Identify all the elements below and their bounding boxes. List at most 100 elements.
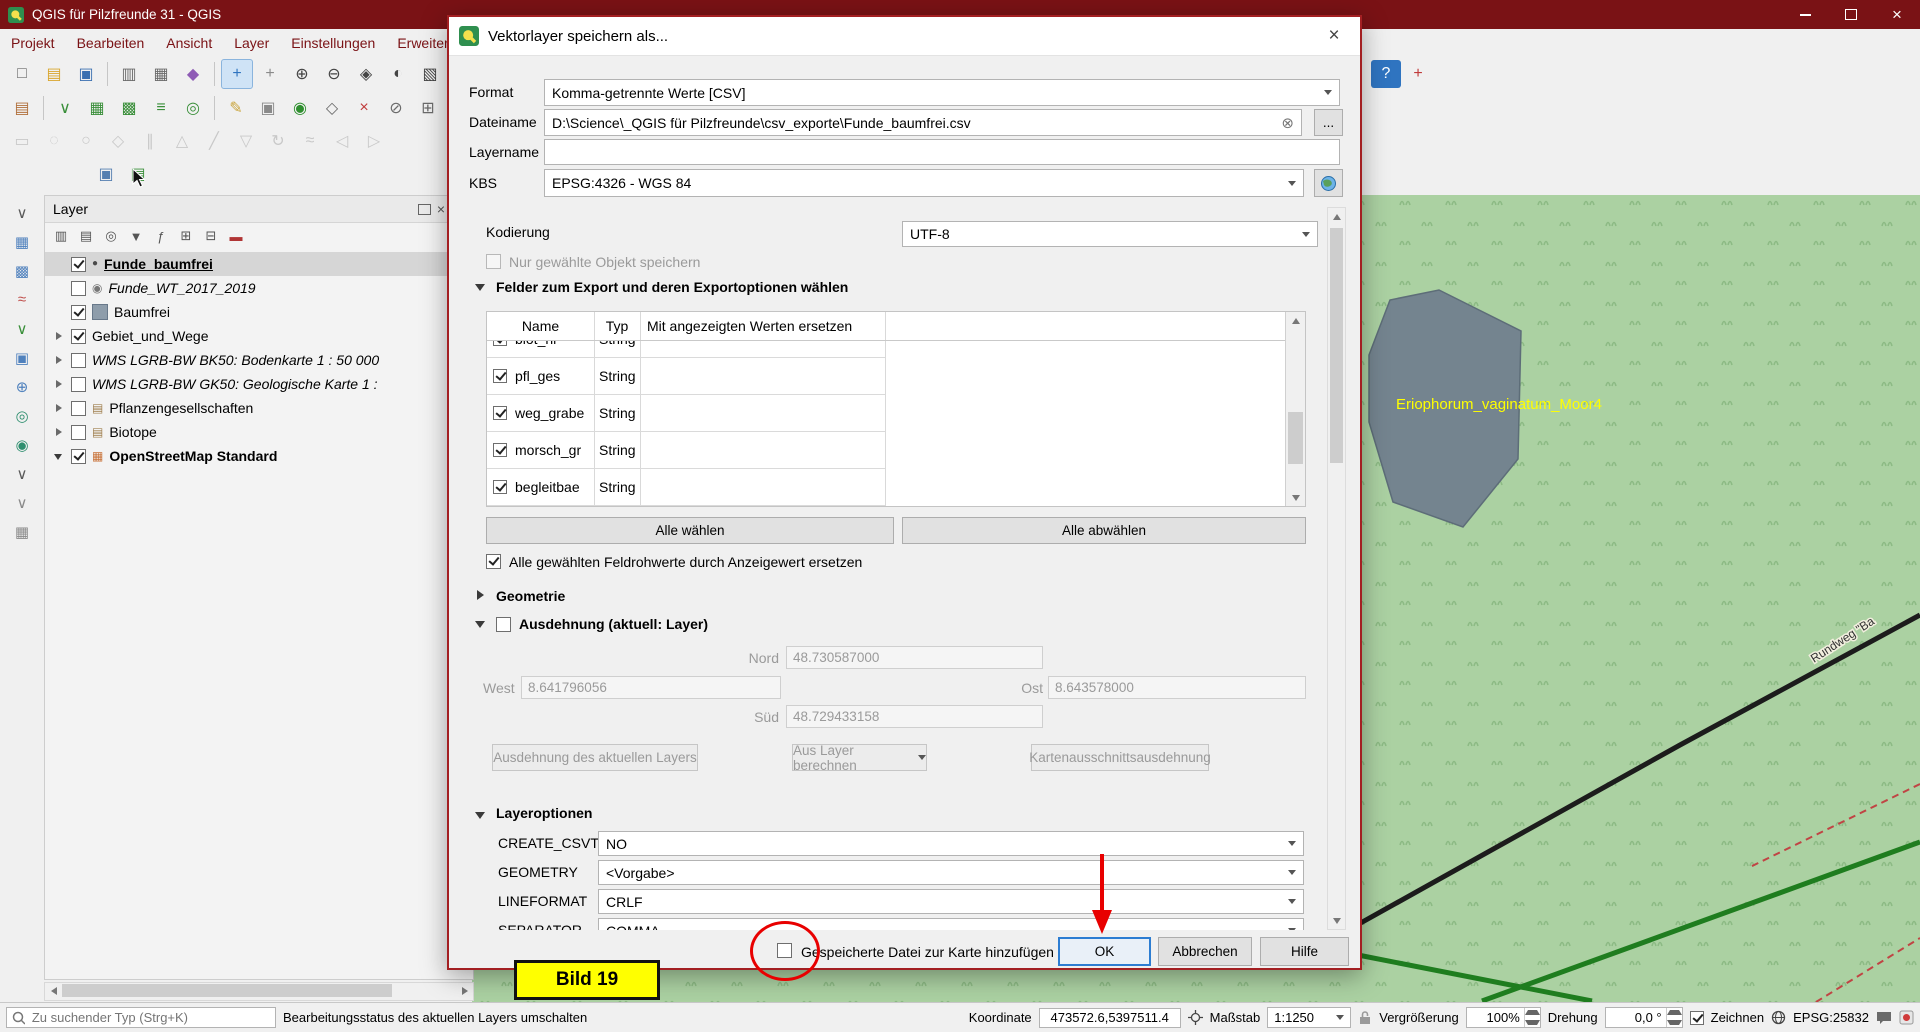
layer-checkbox[interactable] bbox=[71, 257, 86, 272]
add-delimited-text-icon[interactable]: ≡ bbox=[146, 94, 176, 122]
field-checkbox[interactable] bbox=[493, 406, 507, 420]
layer-checkbox[interactable] bbox=[71, 377, 86, 392]
clear-icon[interactable]: ⊗ bbox=[1281, 114, 1294, 132]
field-checkbox[interactable] bbox=[493, 369, 507, 383]
add-group-icon[interactable]: ▤ bbox=[75, 226, 97, 246]
datasource-manager-icon[interactable]: ▤ bbox=[7, 94, 37, 122]
table-row[interactable]: weg_grabe String bbox=[487, 395, 885, 432]
section-expanded-icon[interactable] bbox=[475, 621, 485, 628]
scroll-left-icon[interactable] bbox=[45, 983, 62, 998]
close-button[interactable]: × bbox=[1874, 0, 1920, 29]
remove-layer-icon[interactable]: ▬ bbox=[225, 226, 247, 246]
lock-icon[interactable] bbox=[1358, 1010, 1372, 1025]
zoom-tool-icon[interactable]: ⊕ bbox=[8, 374, 36, 400]
regular-grid-icon[interactable]: ▦ bbox=[8, 229, 36, 255]
pan-to-selection-icon[interactable]: + bbox=[255, 60, 285, 88]
scale-combo[interactable]: 1:1250 bbox=[1267, 1007, 1351, 1028]
layer-checkbox[interactable] bbox=[71, 329, 86, 344]
add-raster-layer-icon[interactable]: ▦ bbox=[82, 94, 112, 122]
search-input[interactable] bbox=[30, 1009, 270, 1026]
shape-tool-icon[interactable]: ∨ bbox=[8, 490, 36, 516]
render-checkbox[interactable] bbox=[1690, 1011, 1704, 1025]
manage-map-themes-icon[interactable]: ◎ bbox=[100, 226, 122, 246]
field-checkbox[interactable] bbox=[493, 341, 507, 346]
layer-item-gebiet-und-wege[interactable]: Gebiet_und_Wege bbox=[45, 324, 473, 348]
globe-tool-icon[interactable]: ◉ bbox=[8, 432, 36, 458]
cancel-button[interactable]: Abbrechen bbox=[1158, 937, 1252, 966]
table-row[interactable]: begleitbae String bbox=[487, 469, 885, 506]
add-wms-layer-icon[interactable]: ◎ bbox=[178, 94, 208, 122]
dialog-close-icon[interactable]: × bbox=[1316, 22, 1352, 50]
layer-item-wms-bk50[interactable]: WMS LGRB-BW BK50: Bodenkarte 1 : 50 000 bbox=[45, 348, 473, 372]
table-vscrollbar[interactable] bbox=[1285, 312, 1305, 506]
shape-dropdown-icon[interactable]: ∨ bbox=[8, 461, 36, 487]
blue-matrix-icon[interactable]: ▩ bbox=[8, 258, 36, 284]
browse-button[interactable]: ... bbox=[1314, 109, 1343, 136]
extent-checkbox[interactable] bbox=[496, 617, 511, 632]
locator-search[interactable] bbox=[6, 1007, 276, 1028]
curve-digitize-icon[interactable]: ≈ bbox=[8, 287, 36, 313]
layer-item-openstreetmap[interactable]: ▦ OpenStreetMap Standard bbox=[45, 444, 473, 468]
select-all-button[interactable]: Alle wählen bbox=[486, 517, 894, 544]
expander-icon[interactable] bbox=[53, 426, 65, 438]
add-to-overview-icon[interactable]: ▣ bbox=[91, 160, 121, 188]
menu-ansicht[interactable]: Ansicht bbox=[155, 29, 223, 57]
crs-status-icon[interactable] bbox=[1771, 1010, 1786, 1025]
add-feature-icon[interactable]: ◉ bbox=[285, 94, 315, 122]
encoding-combo[interactable]: UTF-8 bbox=[902, 221, 1318, 247]
geometry-combo[interactable]: <Vorgabe> bbox=[598, 860, 1304, 885]
menu-einstellungen[interactable]: Einstellungen bbox=[280, 29, 386, 57]
menu-layer[interactable]: Layer bbox=[223, 29, 280, 57]
zoom-to-selection-icon[interactable]: ◐ bbox=[383, 60, 413, 88]
spin-up-icon[interactable] bbox=[1667, 1008, 1682, 1018]
layer-item-funde-baumfrei[interactable]: ● Funde_baumfrei bbox=[45, 252, 473, 276]
project-open-icon[interactable]: ▤ bbox=[39, 60, 69, 88]
scroll-up-icon[interactable] bbox=[1328, 208, 1345, 225]
menu-bearbeiten[interactable]: Bearbeiten bbox=[66, 29, 156, 57]
crosshair-icon[interactable]: + bbox=[1403, 60, 1433, 88]
cut-features-icon[interactable]: ⊘ bbox=[381, 94, 411, 122]
field-checkbox[interactable] bbox=[493, 443, 507, 457]
add-mesh-layer-icon[interactable]: ▩ bbox=[114, 94, 144, 122]
layer-checkbox[interactable] bbox=[71, 425, 86, 440]
table-row[interactable]: pfl_ges String bbox=[487, 358, 885, 395]
delete-selected-icon[interactable]: × bbox=[349, 94, 379, 122]
filter-by-expression-icon[interactable]: ƒ bbox=[150, 226, 172, 246]
pan-map-icon[interactable]: + bbox=[221, 59, 253, 89]
filename-input[interactable]: D:\Science\_QGIS für Pilzfreunde\csv_exp… bbox=[544, 109, 1302, 136]
expander-icon[interactable] bbox=[53, 354, 65, 366]
select-crs-button[interactable] bbox=[1314, 169, 1343, 197]
zoom-to-layer-icon[interactable]: ▧ bbox=[415, 60, 445, 88]
layer-item-baumfrei[interactable]: Baumfrei bbox=[45, 300, 473, 324]
project-new-icon[interactable]: □ bbox=[7, 60, 37, 88]
expander-icon[interactable] bbox=[53, 450, 65, 462]
magnifier-spin[interactable]: 100% bbox=[1466, 1007, 1541, 1028]
coordinate-input[interactable] bbox=[1039, 1008, 1181, 1028]
scroll-down-icon[interactable] bbox=[1328, 912, 1345, 929]
minimize-button[interactable] bbox=[1782, 0, 1828, 29]
log-icon[interactable] bbox=[1899, 1010, 1914, 1025]
layer-item-wms-gk50[interactable]: WMS LGRB-BW GK50: Geologische Karte 1 : bbox=[45, 372, 473, 396]
grid-tool-icon[interactable]: ▦ bbox=[8, 519, 36, 545]
scrollbar-thumb[interactable] bbox=[1288, 412, 1303, 464]
scroll-right-icon[interactable] bbox=[456, 983, 473, 998]
new-print-layout-icon[interactable]: ▥ bbox=[114, 60, 144, 88]
project-save-icon[interactable]: ▣ bbox=[71, 60, 101, 88]
copy-features-icon[interactable]: ⊞ bbox=[413, 94, 443, 122]
deselect-all-button[interactable]: Alle abwählen bbox=[902, 517, 1306, 544]
section-expanded-icon[interactable] bbox=[475, 812, 485, 819]
crs-combo[interactable]: EPSG:4326 - WGS 84 bbox=[544, 169, 1304, 197]
section-collapsed-icon[interactable] bbox=[477, 590, 484, 600]
zoom-out-icon[interactable]: ⊖ bbox=[319, 60, 349, 88]
green-digitize-icon[interactable]: ∨ bbox=[8, 316, 36, 342]
layername-input[interactable] bbox=[544, 139, 1340, 165]
spin-up-icon[interactable] bbox=[1525, 1008, 1540, 1018]
expand-all-icon[interactable]: ⊞ bbox=[175, 226, 197, 246]
extent-toggle-icon[interactable] bbox=[1188, 1010, 1203, 1025]
add-vector-layer-icon[interactable]: ∨ bbox=[50, 94, 80, 122]
table-row[interactable]: biot_nr String bbox=[487, 341, 885, 358]
layer-checkbox[interactable] bbox=[71, 449, 86, 464]
scroll-down-icon[interactable] bbox=[1286, 489, 1305, 506]
spin-down-icon[interactable] bbox=[1525, 1018, 1540, 1028]
zoom-full-icon[interactable]: ◈ bbox=[351, 60, 381, 88]
